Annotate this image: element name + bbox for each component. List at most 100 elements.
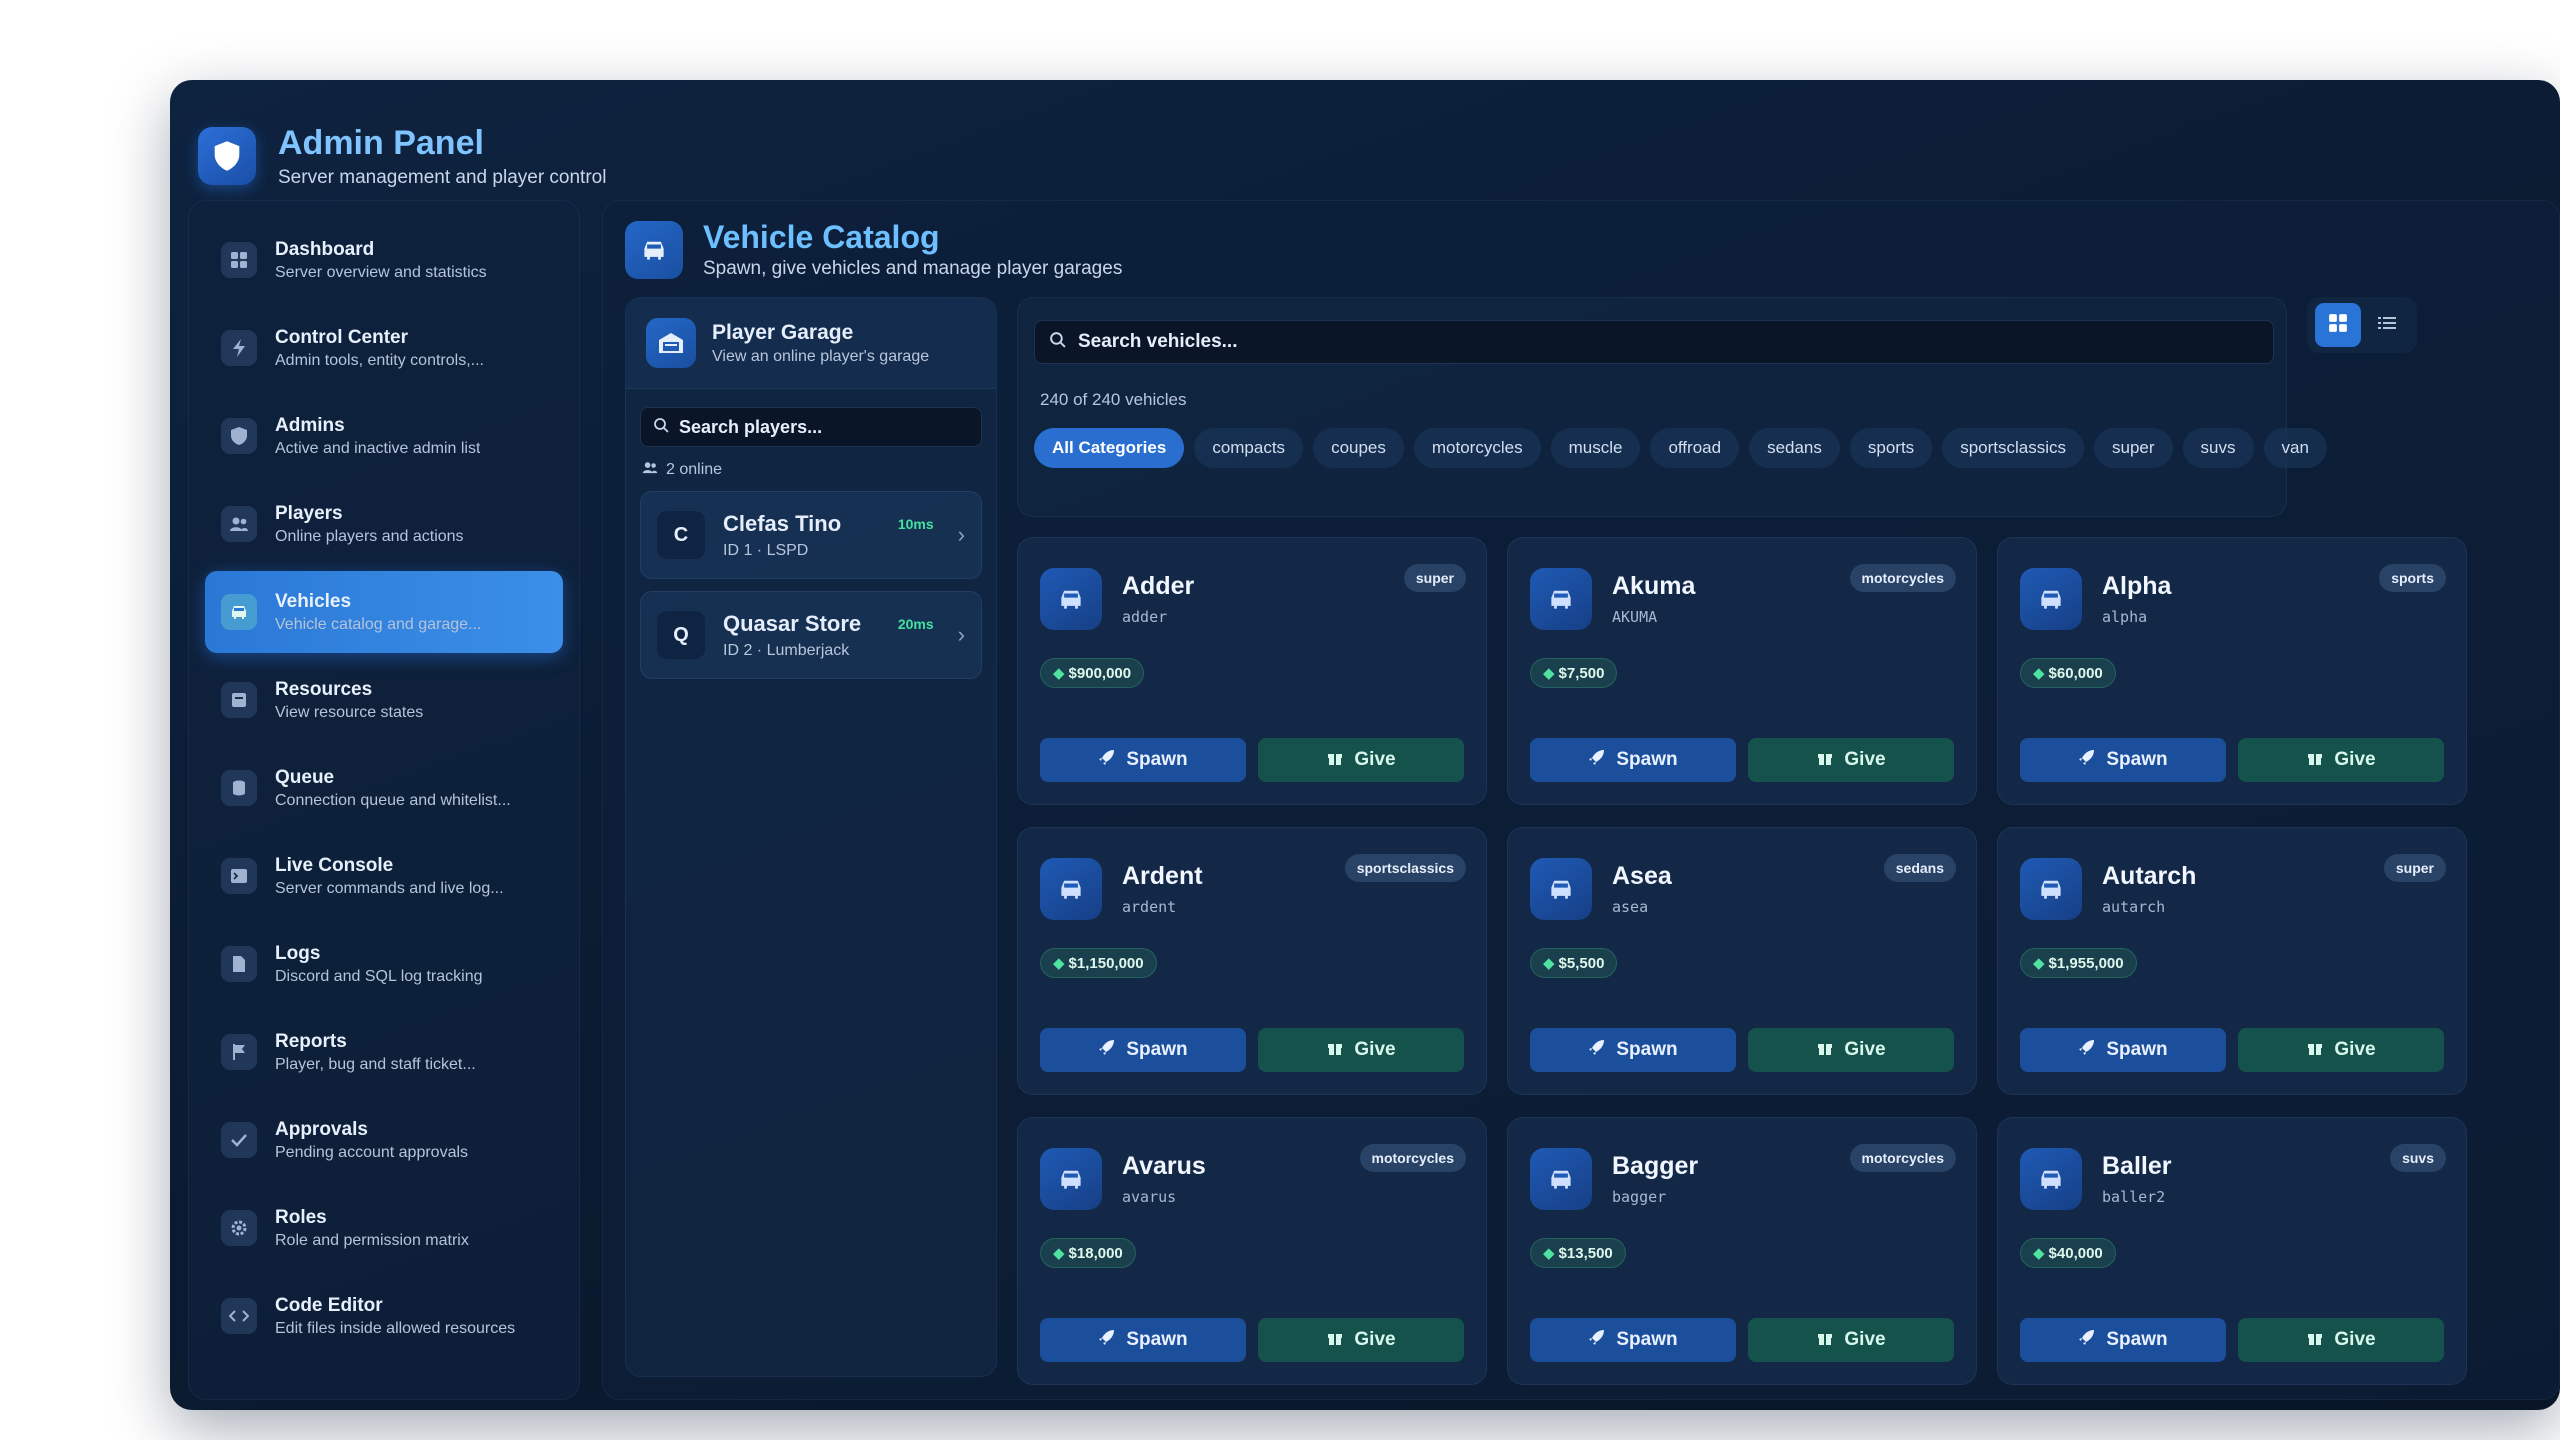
car-icon [1040, 1148, 1102, 1210]
vehicle-name: Alpha [2102, 572, 2172, 600]
give-button[interactable]: Give [1748, 1028, 1954, 1072]
vehicle-class-badge: sports [2379, 564, 2446, 592]
main-content: Vehicle Catalog Spawn, give vehicles and… [602, 200, 2560, 1400]
category-chips: All Categories compacts coupes motorcycl… [1034, 428, 2534, 468]
sidebar-item-approvals[interactable]: Approvals Pending account approvals [205, 1099, 563, 1181]
sidebar-item-title: Logs [275, 942, 321, 964]
give-button[interactable]: Give [1748, 1318, 1954, 1362]
vehicle-name: Avarus [1122, 1152, 1206, 1180]
sidebar-item-title: Dashboard [275, 238, 375, 260]
tag-icon: ◆ [1053, 955, 1065, 972]
category-chip-coupes[interactable]: coupes [1313, 428, 1404, 468]
give-button[interactable]: Give [1258, 1028, 1464, 1072]
give-button[interactable]: Give [1258, 738, 1464, 782]
give-button[interactable]: Give [2238, 1028, 2444, 1072]
car-icon [1040, 568, 1102, 630]
car-icon [2020, 568, 2082, 630]
sidebar-item-resources[interactable]: Resources View resource states [205, 659, 563, 741]
vehicle-class-badge: sedans [1883, 854, 1956, 882]
search-icon [653, 417, 669, 438]
vehicle-class-badge: sportsclassics [1344, 854, 1466, 882]
spawn-button[interactable]: Spawn [1530, 738, 1736, 782]
gift-icon [1326, 748, 1344, 772]
sidebar-item-code-editor[interactable]: Code Editor Edit files inside allowed res… [205, 1275, 563, 1357]
car-icon [2020, 1148, 2082, 1210]
spawn-button[interactable]: Spawn [1530, 1318, 1736, 1362]
player-card[interactable]: C Clefas Tino ID 1 · LSPD 10ms › [640, 491, 982, 579]
spawn-button[interactable]: Spawn [2020, 738, 2226, 782]
app-title: Admin Panel [278, 123, 484, 162]
sidebar: Dashboard Server overview and statistics … [188, 200, 580, 1400]
category-chip-sedans[interactable]: sedans [1749, 428, 1840, 468]
sidebar-item-live-console[interactable]: Live Console Server commands and live log… [205, 835, 563, 917]
vehicle-search-input[interactable] [1078, 331, 2259, 353]
give-button[interactable]: Give [1748, 738, 1954, 782]
price-badge: ◆ $900,000 [1040, 658, 1145, 688]
vehicle-card: Akuma AKUMA motorcycles ◆ $7,500 Spawn Gi… [1507, 537, 1977, 805]
vehicle-count: 240 of 240 vehicles [1040, 390, 1187, 409]
gift-icon [1816, 1328, 1834, 1352]
queue-icon [221, 770, 257, 806]
give-button[interactable]: Give [2238, 1318, 2444, 1362]
spawn-button[interactable]: Spawn [1530, 1028, 1736, 1072]
vehicle-name: Autarch [2102, 862, 2197, 890]
sidebar-item-dashboard[interactable]: Dashboard Server overview and statistics [205, 219, 563, 301]
category-chip-van[interactable]: van [2263, 428, 2327, 468]
spawn-button[interactable]: Spawn [1040, 738, 1246, 782]
player-id: ID 2 · Lumberjack [723, 641, 850, 659]
vehicle-price: $1,150,000 [1068, 954, 1144, 972]
page-subtitle: Spawn, give vehicles and manage player g… [703, 258, 1123, 279]
sidebar-item-desc: Edit files inside allowed resources [275, 1319, 516, 1337]
price-badge: ◆ $60,000 [2020, 658, 2116, 688]
avatar: Q [657, 611, 705, 659]
vehicle-model: asea [1612, 898, 1649, 916]
grid-view-button[interactable] [2314, 303, 2361, 347]
vehicle-model: alpha [2102, 608, 2148, 626]
category-chip-super[interactable]: super [2094, 428, 2173, 468]
category-chip-motorcycles[interactable]: motorcycles [1413, 428, 1541, 468]
category-chip-suvs[interactable]: suvs [2182, 428, 2254, 468]
gear-icon [221, 1210, 257, 1246]
code-icon [221, 1298, 257, 1334]
give-button[interactable]: Give [2238, 738, 2444, 782]
spawn-button[interactable]: Spawn [2020, 1318, 2226, 1362]
search-icon [1049, 331, 1066, 353]
sidebar-item-desc: Role and permission matrix [275, 1231, 469, 1249]
sidebar-item-control-center[interactable]: Control Center Admin tools, entity contro… [205, 307, 563, 389]
car-icon [221, 594, 257, 630]
rocket-icon [1588, 1038, 1606, 1062]
spawn-label: Spawn [1616, 1329, 1678, 1350]
sidebar-item-desc: Online players and actions [275, 527, 464, 545]
rocket-icon [1588, 1328, 1606, 1352]
category-chip-offroad[interactable]: offroad [1650, 428, 1740, 468]
shield-logo-icon [198, 127, 256, 185]
tag-icon: ◆ [2033, 665, 2045, 682]
sidebar-item-logs[interactable]: Logs Discord and SQL log tracking [205, 923, 563, 1005]
list-view-button[interactable] [2364, 303, 2410, 347]
chevron-right-icon: › [957, 622, 965, 647]
sidebar-item-reports[interactable]: Reports Player, bug and staff ticket... [205, 1011, 563, 1093]
spawn-button[interactable]: Spawn [1040, 1028, 1246, 1072]
category-chip-all[interactable]: All Categories [1034, 428, 1185, 468]
car-icon [1530, 1148, 1592, 1210]
price-badge: ◆ $5,500 [1530, 948, 1618, 978]
player-id: ID 1 · LSPD [723, 541, 809, 559]
sidebar-item-queue[interactable]: Queue Connection queue and whitelist... [205, 747, 563, 829]
vehicle-model: AKUMA [1612, 608, 1658, 626]
rocket-icon [1098, 1328, 1116, 1352]
give-button[interactable]: Give [1258, 1318, 1464, 1362]
category-chip-compacts[interactable]: compacts [1194, 428, 1304, 468]
vehicle-class-badge: super [1403, 564, 1466, 592]
sidebar-item-players[interactable]: Players Online players and actions [205, 483, 563, 565]
player-card[interactable]: Q Quasar Store ID 2 · Lumberjack 20ms › [640, 591, 982, 679]
sidebar-item-title: Resources [275, 678, 373, 700]
sidebar-item-admins[interactable]: Admins Active and inactive admin list [205, 395, 563, 477]
sidebar-item-vehicles[interactable]: Vehicles Vehicle catalog and garage... [205, 571, 563, 653]
category-chip-muscle[interactable]: muscle [1550, 428, 1641, 468]
spawn-button[interactable]: Spawn [2020, 1028, 2226, 1072]
category-chip-sportsclassics[interactable]: sportsclassics [1942, 428, 2084, 468]
sidebar-item-roles[interactable]: Roles Role and permission matrix [205, 1187, 563, 1269]
spawn-button[interactable]: Spawn [1040, 1318, 1246, 1362]
player-search-input[interactable] [679, 416, 969, 438]
category-chip-sports[interactable]: sports [1849, 428, 1933, 468]
